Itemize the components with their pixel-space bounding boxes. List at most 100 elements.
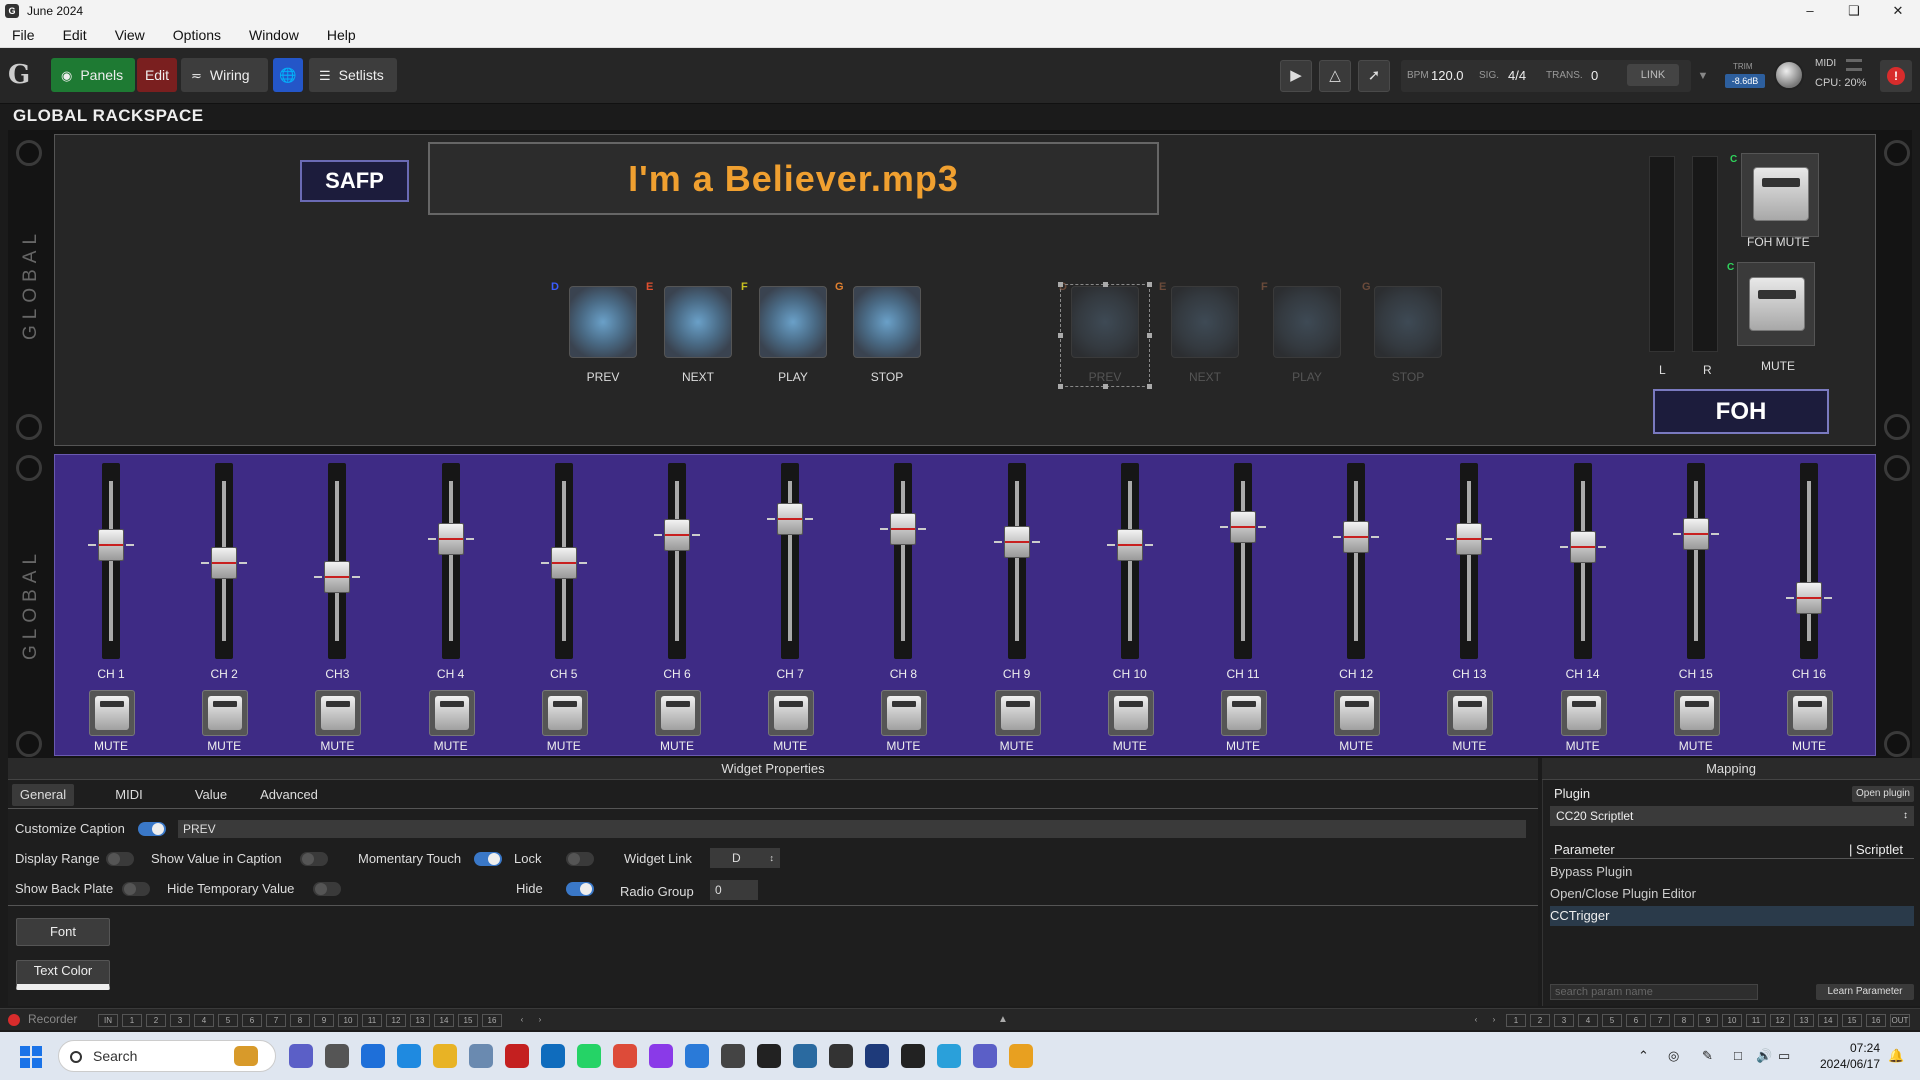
recorder-track-button[interactable]: 5 [218, 1014, 238, 1027]
app-icon[interactable] [757, 1044, 781, 1068]
chevron-right-icon[interactable]: › [530, 1014, 550, 1027]
safp-label-widget[interactable]: SAFP [300, 160, 409, 202]
recorder-track-button[interactable]: 11 [1746, 1014, 1766, 1027]
tab-midi[interactable]: MIDI [104, 784, 154, 806]
channel-mute-switch[interactable] [1673, 690, 1720, 736]
edge-icon[interactable] [397, 1044, 421, 1068]
app-icon[interactable] [685, 1044, 709, 1068]
recorder-track-button[interactable]: 13 [410, 1014, 430, 1027]
metronome-button[interactable]: △ [1319, 60, 1351, 92]
fader-handle[interactable] [1456, 522, 1483, 555]
recorder-track-button[interactable]: 14 [1818, 1014, 1838, 1027]
fader-handle[interactable] [1003, 525, 1030, 558]
app-icon[interactable] [505, 1044, 529, 1068]
hide-temp-value-toggle[interactable] [313, 882, 341, 896]
messenger-icon[interactable] [649, 1044, 673, 1068]
recorder-track-button[interactable]: OUT [1890, 1014, 1910, 1027]
recorder-track-button[interactable]: 6 [242, 1014, 262, 1027]
telegram-icon[interactable] [937, 1044, 961, 1068]
setlists-button[interactable]: ☰ Setlists [309, 58, 397, 92]
minimize-button[interactable]: – [1788, 0, 1832, 22]
lock-toggle[interactable] [566, 852, 594, 866]
recorder-track-button[interactable]: 10 [338, 1014, 358, 1027]
channel-mute-switch[interactable] [1221, 690, 1267, 736]
recorder-track-button[interactable]: 3 [1554, 1014, 1574, 1027]
recorder-track-button[interactable]: 9 [1698, 1014, 1718, 1027]
fader-handle[interactable] [890, 513, 917, 545]
sig-value[interactable]: 4/4 [1508, 60, 1526, 92]
fader-handle[interactable] [1343, 521, 1370, 553]
show-value-toggle[interactable] [300, 852, 328, 866]
recorder-track-button[interactable]: 11 [362, 1014, 382, 1027]
folder-icon[interactable] [433, 1044, 457, 1068]
recorder-track-button[interactable]: 14 [434, 1014, 454, 1027]
edit-button[interactable]: Edit [137, 58, 177, 92]
bpm-value[interactable]: 120.0 [1431, 60, 1464, 92]
recorder-track-button[interactable]: 2 [1530, 1014, 1550, 1027]
app-icon[interactable] [793, 1044, 817, 1068]
maximize-button[interactable]: ❑ [1832, 0, 1876, 22]
parameter-list-item[interactable]: Bypass Plugin [1550, 862, 1914, 882]
windows-start-icon[interactable] [20, 1046, 42, 1068]
recorder-track-button[interactable]: 8 [1674, 1014, 1694, 1027]
channel-mute-switch[interactable] [541, 690, 588, 736]
record-icon[interactable] [8, 1014, 20, 1026]
battery-icon[interactable]: ▭ [1778, 1048, 1790, 1064]
volume-icon[interactable]: 🔊 [1756, 1048, 1772, 1064]
close-button[interactable]: ✕ [1876, 0, 1920, 22]
recorder-track-button[interactable]: 15 [1842, 1014, 1862, 1027]
pad-next[interactable] [664, 286, 732, 358]
fader-handle[interactable] [1682, 517, 1709, 550]
tuner-button[interactable]: ➚ [1358, 60, 1390, 92]
recorder-track-button[interactable]: 1 [1506, 1014, 1526, 1027]
recorder-track-button[interactable]: 6 [1626, 1014, 1646, 1027]
fader-handle[interactable] [1569, 530, 1596, 563]
learn-parameter-button[interactable]: Learn Parameter [1816, 984, 1914, 1000]
show-back-plate-toggle[interactable] [122, 882, 150, 896]
trans-value[interactable]: 0 [1591, 60, 1598, 92]
recorder-track-button[interactable]: 4 [1578, 1014, 1598, 1027]
customize-caption-toggle[interactable] [138, 822, 166, 836]
channel-mute-switch[interactable] [1447, 690, 1494, 736]
channel-mute-switch[interactable] [315, 690, 362, 736]
channel-mute-switch[interactable] [655, 690, 701, 736]
recorder-track-button[interactable]: 10 [1722, 1014, 1742, 1027]
fader-handle[interactable] [437, 522, 464, 555]
chevron-up-icon[interactable]: ▲ [998, 1014, 1014, 1025]
momentary-touch-toggle[interactable] [474, 852, 502, 866]
teams-icon[interactable] [289, 1044, 313, 1068]
channel-mute-switch[interactable] [1560, 690, 1607, 736]
outlook-icon[interactable] [541, 1044, 565, 1068]
fader-handle[interactable] [324, 561, 351, 593]
mute-switch[interactable] [1737, 262, 1815, 346]
parameter-list-item[interactable]: CCTrigger [1550, 906, 1914, 926]
channel-mute-switch[interactable] [1787, 690, 1833, 736]
fader-handle[interactable] [1116, 529, 1143, 561]
selection-frame[interactable] [1058, 282, 1152, 389]
song-title-display[interactable]: I'm a Believer.mp3 [428, 142, 1159, 215]
app-icon[interactable] [829, 1044, 853, 1068]
link-button[interactable]: LINK [1627, 64, 1679, 86]
channel-mute-switch[interactable] [1334, 690, 1381, 736]
channel-mute-switch[interactable] [428, 690, 475, 736]
channel-mute-switch[interactable] [994, 690, 1041, 736]
open-plugin-button[interactable]: Open plugin [1852, 786, 1914, 802]
text-color-button[interactable]: Text Color [16, 960, 110, 990]
system-clock[interactable]: 07:24 2024/06/17 [1806, 1040, 1880, 1072]
menu-edit[interactable]: Edit [49, 27, 101, 43]
chevron-right-icon[interactable]: › [1484, 1014, 1504, 1027]
chrome-icon[interactable] [613, 1044, 637, 1068]
fader-handle[interactable] [1230, 511, 1256, 544]
recorder-track-button[interactable]: 4 [194, 1014, 214, 1027]
recorder-track-button[interactable]: 1 [122, 1014, 142, 1027]
channel-mute-switch[interactable] [768, 690, 815, 736]
recorder-track-button[interactable]: 15 [458, 1014, 478, 1027]
chevron-down-icon[interactable]: ▼ [1692, 62, 1714, 90]
wiring-button[interactable]: ≂ Wiring [181, 58, 268, 92]
tab-advanced[interactable]: Advanced [254, 784, 324, 806]
teams-icon[interactable] [973, 1044, 997, 1068]
panels-button[interactable]: ◉ Panels [51, 58, 135, 92]
file-explorer-icon[interactable] [325, 1044, 349, 1068]
recorder-track-button[interactable]: 3 [170, 1014, 190, 1027]
foh-label-widget[interactable]: FOH [1653, 389, 1829, 434]
